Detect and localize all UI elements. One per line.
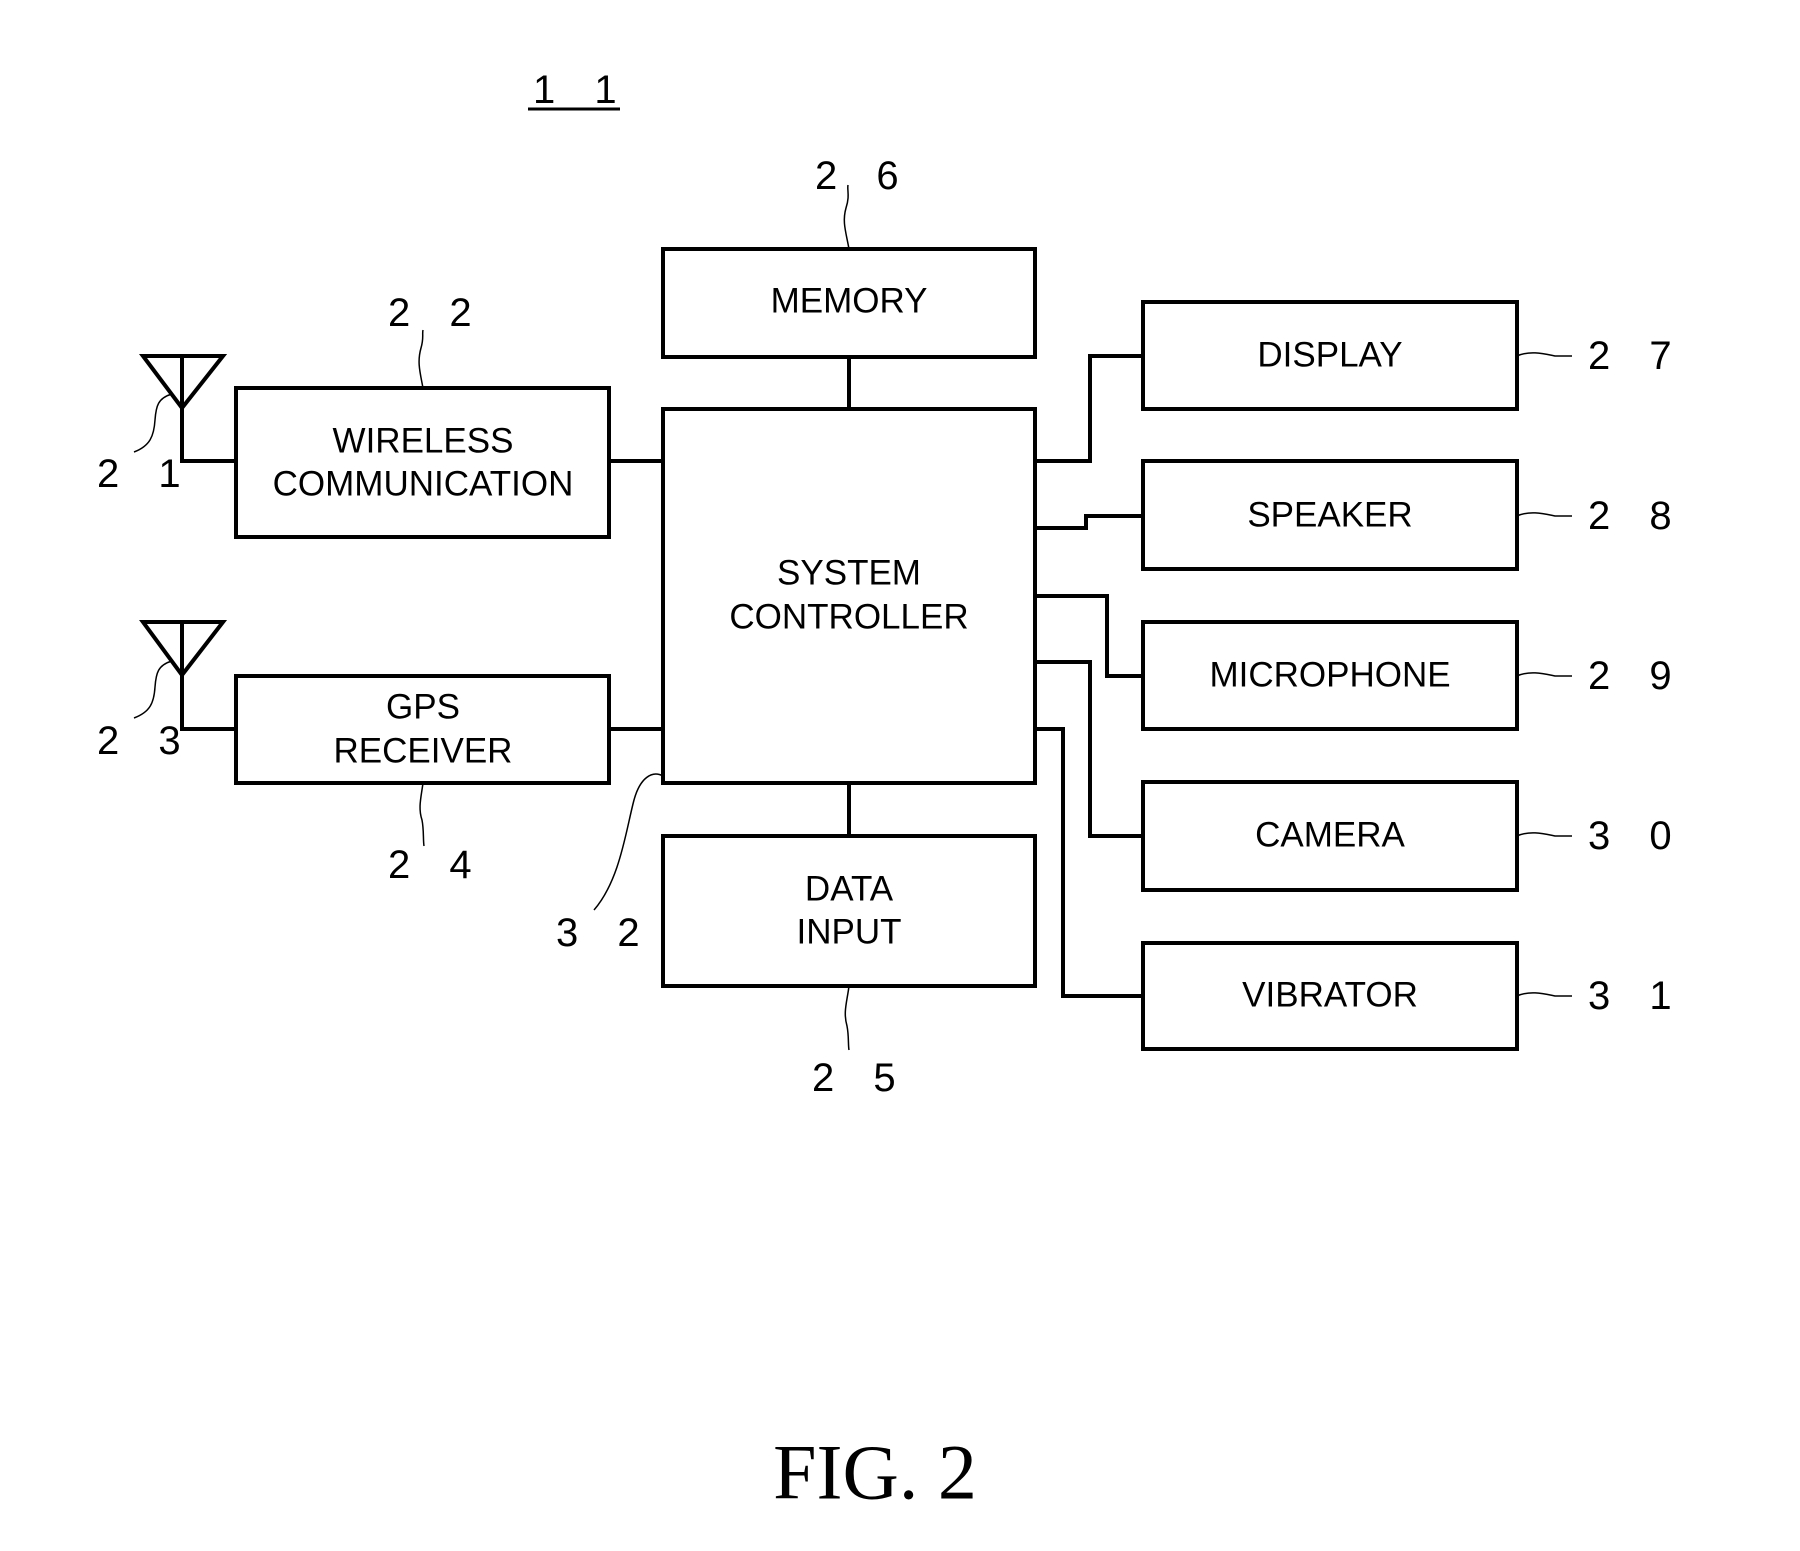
block-label: CONTROLLER: [729, 598, 968, 637]
block-label: DISPLAY: [1257, 336, 1402, 375]
block-label: WIRELESS: [333, 422, 514, 461]
leader-32: [593, 773, 664, 911]
block-display: DISPLAY: [1141, 300, 1519, 411]
block-label: SYSTEM: [777, 554, 921, 593]
ref-numeral: 3 0: [1588, 814, 1686, 858]
leader-24: [419, 782, 425, 847]
block-camera: CAMERA: [1141, 780, 1519, 892]
patent-figure: 1 1 WIRELESS COMMUNICATION GPS RECEIVER: [0, 0, 1800, 1551]
figure-caption: FIG. 2: [773, 1429, 977, 1516]
block-memory: MEMORY: [661, 247, 1037, 359]
block-microphone: MICROPHONE: [1141, 620, 1519, 731]
ref-numeral: 2 6: [815, 154, 913, 198]
block-label: CAMERA: [1255, 816, 1405, 855]
ref-numeral: 2 9: [1588, 654, 1686, 698]
leader-21: [133, 393, 173, 453]
wire-controller-camera: [1033, 660, 1145, 838]
block-gps-receiver: GPS RECEIVER: [234, 674, 611, 785]
block-system-controller: SYSTEM CONTROLLER: [661, 407, 1037, 785]
block-label: GPS: [386, 688, 460, 727]
ref-numeral: 3 1: [1588, 974, 1686, 1018]
leader-23: [133, 660, 173, 719]
ref-numeral: 2 2: [388, 291, 486, 335]
block-wireless-communication: WIRELESS COMMUNICATION: [234, 386, 611, 539]
leader-29: [1516, 672, 1572, 677]
block-label: MICROPHONE: [1209, 656, 1450, 695]
block-label: COMMUNICATION: [273, 465, 574, 504]
antenna-icon: [139, 620, 228, 679]
wire-controller-display: [1033, 354, 1145, 463]
leader-28: [1516, 512, 1572, 517]
leader-27: [1516, 352, 1572, 357]
ref-numeral: 2 8: [1588, 494, 1686, 538]
wire-controller-speaker: [1033, 514, 1145, 530]
block-label: INPUT: [797, 913, 902, 952]
block-label: RECEIVER: [334, 732, 513, 771]
leader-25: [844, 985, 850, 1051]
block-vibrator: VIBRATOR: [1141, 941, 1519, 1051]
ref-numeral: 2 4: [388, 843, 486, 887]
block-speaker: SPEAKER: [1141, 459, 1519, 571]
block-diagram: 1 1 WIRELESS COMMUNICATION GPS RECEIVER: [97, 68, 1686, 1516]
block-data-input: DATA INPUT: [661, 834, 1037, 988]
antenna-icon: [139, 354, 228, 412]
ref-numeral: 3 2: [556, 911, 654, 955]
block-label: SPEAKER: [1247, 496, 1412, 535]
ref-numeral: 2 5: [812, 1056, 910, 1100]
block-label: VIBRATOR: [1242, 976, 1418, 1015]
ref-numeral: 2 7: [1588, 334, 1686, 378]
leader-22: [418, 329, 424, 389]
block-label: DATA: [805, 870, 894, 909]
leader-31: [1516, 992, 1572, 997]
ref-numeral: 2 3: [97, 719, 195, 763]
device-ref-label: 1 1: [533, 68, 631, 112]
ref-numeral: 2 1: [97, 452, 195, 496]
block-label: MEMORY: [771, 282, 928, 321]
leader-30: [1516, 832, 1572, 837]
